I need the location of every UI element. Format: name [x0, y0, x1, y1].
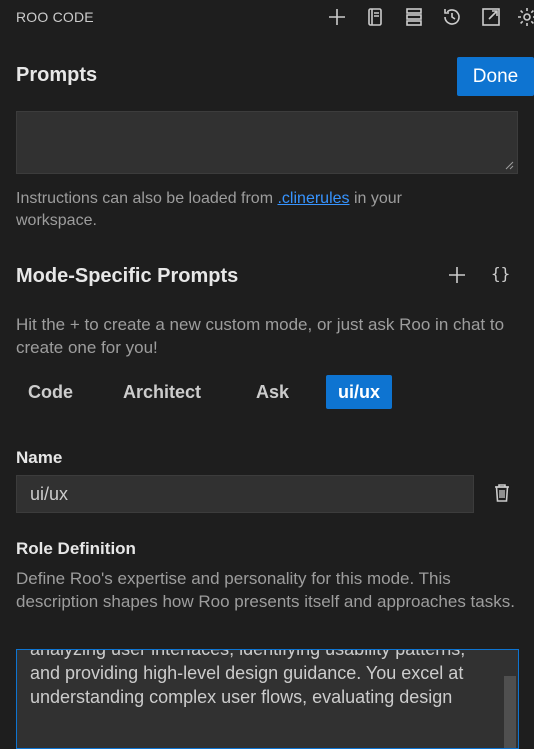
server-icon[interactable] [401, 4, 427, 30]
clinerules-link[interactable]: .clinerules [277, 190, 349, 207]
mode-specific-prompts-title: Mode-Specific Prompts [16, 265, 239, 287]
edit-modes-json-button[interactable]: {} [491, 264, 510, 283]
plus-icon [449, 267, 465, 283]
name-label: Name [16, 448, 63, 467]
done-button[interactable]: Done [457, 57, 534, 96]
add-mode-button[interactable] [444, 262, 470, 288]
role-definition-text: analyzing user interfaces, identifying u… [30, 649, 466, 707]
gear-icon[interactable] [514, 4, 534, 30]
external-link-icon[interactable] [478, 4, 504, 30]
role-definition-label: Role Definition [16, 539, 136, 558]
mode-help-text: Hit the + to create a new custom mode, o… [16, 315, 505, 357]
role-definition-description: Define Roo's expertise and personality f… [16, 569, 515, 611]
tab-ask[interactable]: Ask [244, 375, 301, 409]
instructions-help-text: Instructions can also be loaded from .cl… [16, 188, 486, 232]
tab-ui-ux[interactable]: ui/ux [326, 375, 393, 409]
help-text-prefix: Instructions can also be loaded from [16, 190, 278, 207]
plus-icon[interactable] [324, 4, 350, 30]
tab-code[interactable]: Code [16, 375, 85, 409]
resize-handle-icon[interactable] [505, 161, 514, 170]
prompts-title: Prompts [16, 64, 98, 86]
textarea-scrollbar[interactable] [504, 676, 516, 748]
role-definition-textarea[interactable]: analyzing user interfaces, identifying u… [16, 649, 519, 749]
trash-icon [495, 484, 509, 502]
top-bar: ROO CODE [0, 0, 534, 36]
history-icon[interactable] [439, 4, 465, 30]
custom-instructions-textarea[interactable] [16, 111, 518, 174]
tab-architect[interactable]: Architect [111, 375, 213, 409]
delete-mode-button[interactable] [491, 482, 513, 504]
app-title: ROO CODE [16, 9, 94, 25]
notebook-icon[interactable] [362, 4, 388, 30]
mode-name-input[interactable] [16, 475, 474, 513]
